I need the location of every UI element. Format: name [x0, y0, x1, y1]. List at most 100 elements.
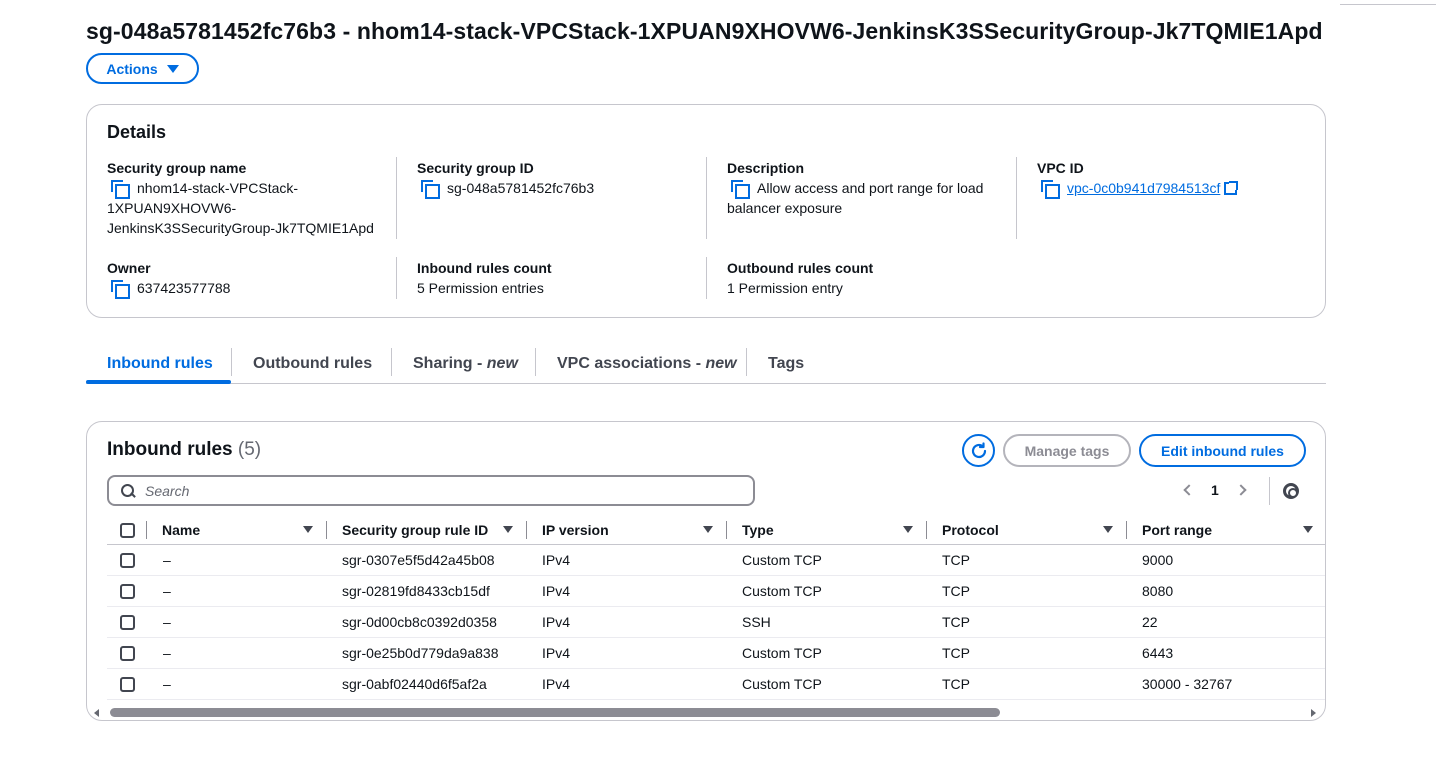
ip-version: IPv4	[527, 668, 727, 700]
sg-name-field: Security group name nhom14-stack-VPCStac…	[107, 158, 387, 238]
actions-button[interactable]: Actions	[86, 53, 199, 84]
owner-label: Owner	[107, 260, 151, 276]
table-row[interactable]: – sgr-0307e5f5d42a45b08 IPv4 Custom TCP …	[107, 544, 1325, 576]
current-page[interactable]: 1	[1211, 482, 1219, 498]
table-header-row: Name Security group rule ID IP version T…	[107, 516, 1325, 545]
sg-name-label: Security group name	[107, 160, 247, 176]
column-header-ip-version[interactable]: IP version	[527, 516, 727, 545]
panel-title-text: Inbound rules	[107, 439, 233, 460]
column-header-rule-id[interactable]: Security group rule ID	[327, 516, 527, 545]
outbound-count-value: 1 Permission entry	[727, 280, 843, 296]
table-row[interactable]: – sgr-02819fd8433cb15df IPv4 Custom TCP …	[107, 575, 1325, 607]
edit-inbound-rules-button[interactable]: Edit inbound rules	[1139, 434, 1306, 467]
tab-bar: Inbound rules Outbound rules Sharing - n…	[86, 344, 1326, 384]
sort-icon[interactable]	[303, 526, 313, 534]
actions-label: Actions	[106, 60, 158, 77]
active-tab-indicator	[86, 380, 231, 384]
chevron-right-icon[interactable]	[1235, 484, 1247, 496]
tab-vpc-associations[interactable]: VPC associations - new	[557, 344, 737, 384]
tab-sharing[interactable]: Sharing - new	[413, 344, 518, 384]
rule-name: –	[147, 606, 327, 638]
inbound-rules-panel: Inbound rules (5) Manage tags Edit inbou…	[86, 421, 1326, 721]
manage-tags-button[interactable]: Manage tags	[1003, 434, 1131, 467]
vpc-id-field: VPC ID vpc-0c0b941d7984513cf	[1037, 158, 1317, 199]
column-divider	[706, 157, 707, 239]
row-checkbox[interactable]	[120, 614, 135, 630]
scroll-right-icon[interactable]	[1311, 709, 1316, 717]
outbound-count-field: Outbound rules count 1 Permission entry	[727, 258, 1007, 298]
copy-icon[interactable]	[111, 180, 130, 199]
sort-icon[interactable]	[903, 526, 913, 534]
refresh-button[interactable]	[962, 434, 995, 467]
gear-icon[interactable]	[1283, 483, 1299, 499]
description-line2: balancer exposure	[727, 200, 843, 216]
rule-name: –	[147, 637, 327, 669]
column-divider	[396, 257, 397, 299]
port-range: 30000 - 32767	[1127, 668, 1325, 700]
vpc-id-link[interactable]: vpc-0c0b941d7984513cf	[1067, 180, 1220, 196]
column-label: Port range	[1142, 521, 1213, 538]
sort-icon[interactable]	[1303, 526, 1313, 534]
table-row[interactable]: – sgr-0abf02440d6f5af2a IPv4 Custom TCP …	[107, 668, 1325, 700]
table-row[interactable]: – sgr-0e25b0d779da9a838 IPv4 Custom TCP …	[107, 637, 1325, 669]
tab-outbound-rules[interactable]: Outbound rules	[253, 344, 372, 384]
copy-icon[interactable]	[421, 180, 440, 199]
inbound-count-label: Inbound rules count	[417, 260, 552, 276]
select-all-header	[107, 516, 147, 545]
row-checkbox[interactable]	[120, 552, 135, 568]
select-all-checkbox[interactable]	[120, 523, 135, 539]
table-row[interactable]: – sgr-0d00cb8c0392d0358 IPv4 SSH TCP 22	[107, 606, 1325, 638]
protocol: TCP	[927, 637, 1127, 669]
tab-divider	[391, 348, 392, 376]
rule-id: sgr-0e25b0d779da9a838	[327, 637, 527, 669]
description-line1: Allow access and port range for load	[757, 180, 984, 196]
column-header-type[interactable]: Type	[727, 516, 927, 545]
search-input[interactable]	[145, 482, 725, 499]
protocol: TCP	[927, 606, 1127, 638]
tab-label: Sharing -	[413, 355, 487, 372]
pagination-divider	[1269, 477, 1270, 505]
inbound-count-field: Inbound rules count 5 Permission entries	[417, 258, 697, 298]
tab-tags[interactable]: Tags	[768, 344, 804, 384]
horizontal-scrollbar[interactable]	[94, 708, 1316, 718]
port-range: 8080	[1127, 575, 1325, 607]
external-link-icon	[1224, 181, 1239, 195]
inbound-count-value: 5 Permission entries	[417, 280, 544, 296]
chevron-left-icon[interactable]	[1183, 484, 1195, 496]
tab-label: Inbound rules	[107, 355, 213, 372]
sg-name-line3: JenkinsK3SSecurityGroup-Jk7TQMIE1Apd	[107, 220, 374, 236]
tab-label: Outbound rules	[253, 355, 373, 372]
port-range: 22	[1127, 606, 1325, 638]
refresh-icon	[971, 441, 986, 458]
sg-name-line2: 1XPUAN9XHOVW6-	[107, 200, 237, 216]
rule-name: –	[147, 544, 327, 576]
row-checkbox[interactable]	[120, 676, 135, 692]
protocol: TCP	[927, 544, 1127, 576]
copy-icon[interactable]	[1041, 180, 1060, 199]
rule-id: sgr-0d00cb8c0392d0358	[327, 606, 527, 638]
rule-id: sgr-0307e5f5d42a45b08	[327, 544, 527, 576]
sort-icon[interactable]	[503, 526, 513, 534]
row-checkbox[interactable]	[120, 645, 135, 661]
tab-new-badge: new	[705, 355, 737, 372]
details-panel: Details Security group name nhom14-stack…	[86, 104, 1326, 318]
row-checkbox[interactable]	[120, 583, 135, 599]
page-title: sg-048a5781452fc76b3 - nhom14-stack-VPCS…	[86, 18, 1323, 44]
column-label: Security group rule ID	[342, 521, 489, 538]
tab-inbound-rules[interactable]: Inbound rules	[107, 344, 213, 384]
rule-id: sgr-02819fd8433cb15df	[327, 575, 527, 607]
column-header-protocol[interactable]: Protocol	[927, 516, 1127, 545]
sg-id-label: Security group ID	[417, 160, 534, 176]
sort-icon[interactable]	[703, 526, 713, 534]
column-header-port-range[interactable]: Port range	[1127, 516, 1325, 545]
copy-icon[interactable]	[111, 280, 130, 299]
sg-name-line1: nhom14-stack-VPCStack-	[137, 180, 299, 196]
sort-icon[interactable]	[1103, 526, 1113, 534]
scroll-left-icon[interactable]	[94, 709, 99, 717]
inbound-rules-title: Inbound rules (5)	[107, 439, 261, 461]
owner-field: Owner 637423577788	[107, 258, 387, 299]
scrollbar-thumb[interactable]	[110, 708, 1000, 717]
copy-icon[interactable]	[731, 180, 750, 199]
column-divider	[706, 257, 707, 299]
column-header-name[interactable]: Name	[147, 516, 327, 545]
